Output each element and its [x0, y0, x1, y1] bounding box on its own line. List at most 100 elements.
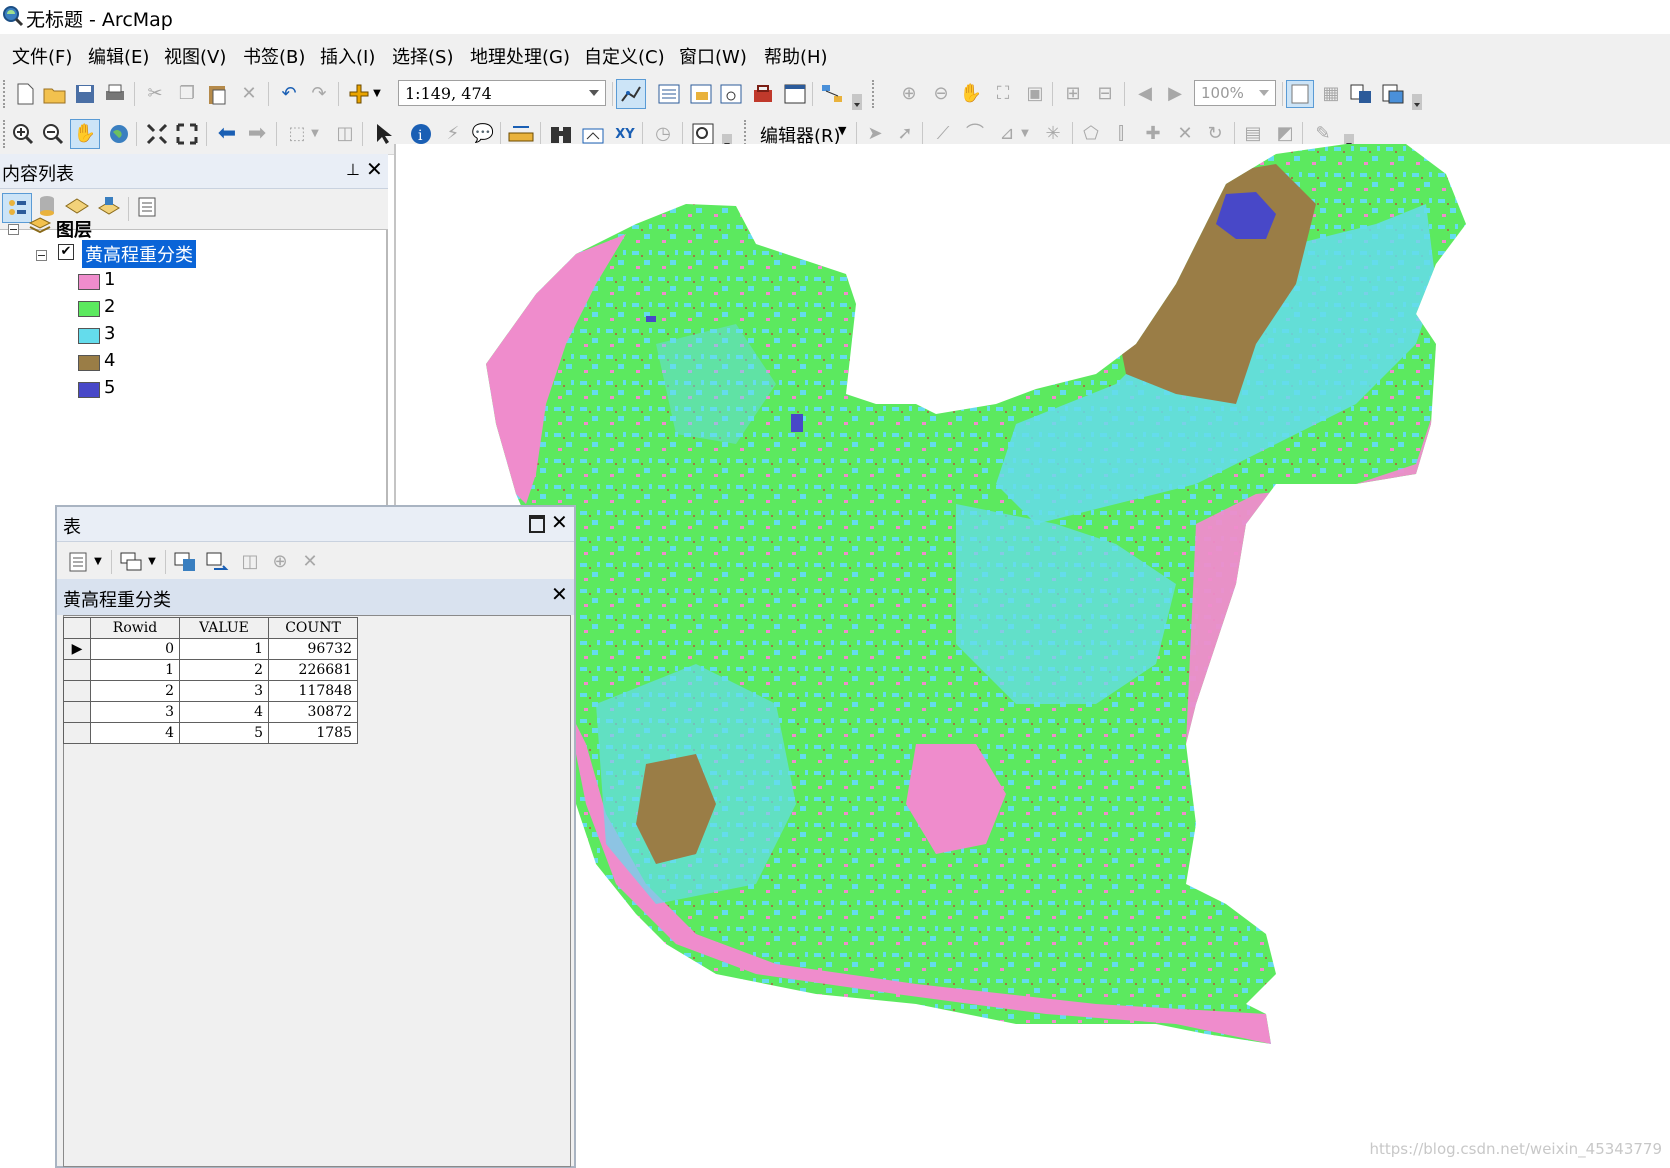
zoom-in-icon[interactable] [10, 121, 36, 147]
maximize-icon[interactable] [529, 515, 545, 533]
forward-extent-icon[interactable]: ➡ [244, 121, 270, 147]
full-extent-globe-icon[interactable] [106, 121, 132, 147]
select-features-icon[interactable]: ⬚ [284, 121, 310, 147]
back-extent-icon[interactable]: ⬅ [214, 121, 240, 147]
table-row[interactable]: 2 3 117848 [63, 680, 358, 702]
undo-icon[interactable]: ↶ [276, 81, 302, 107]
close-table-tab-icon[interactable]: ✕ [551, 582, 568, 606]
add-data-dropdown-icon[interactable]: ▼ [370, 81, 384, 107]
collapse-layer-toggle[interactable] [36, 250, 47, 261]
paste-icon[interactable] [204, 81, 230, 107]
table-row[interactable]: 1 2 226681 [63, 659, 358, 681]
layout-back-extent-icon[interactable]: ◀ [1132, 81, 1158, 107]
table-cell[interactable]: 96732 [268, 638, 358, 660]
map-scale-combo[interactable]: 1:149, 474 [398, 80, 606, 106]
layout-forward-extent-icon[interactable]: ▶ [1162, 81, 1188, 107]
close-icon[interactable]: ✕ [551, 510, 568, 534]
menu-selection[interactable]: 选择(S) [390, 43, 455, 69]
add-data-icon[interactable] [346, 81, 372, 107]
fixed-zoom-in-icon[interactable] [144, 121, 170, 147]
toolbar-overflow-icon[interactable] [1412, 94, 1422, 110]
menu-view[interactable]: 视图(V) [162, 43, 228, 69]
table-cell[interactable]: 1 [90, 659, 180, 681]
editor-toolbar-icon[interactable] [616, 79, 646, 109]
collapse-layers-toggle[interactable] [8, 224, 19, 235]
print-icon[interactable] [102, 81, 128, 107]
table-cell[interactable]: 1785 [268, 722, 358, 744]
row-header[interactable] [63, 659, 91, 681]
related-tables-dropdown-icon[interactable]: ▼ [145, 549, 159, 575]
table-cell[interactable]: 226681 [268, 659, 358, 681]
clear-selection-icon[interactable]: ◫ [332, 121, 358, 147]
table-cell[interactable]: 2 [90, 680, 180, 702]
row-header-corner[interactable] [63, 617, 91, 639]
toolbar-grip[interactable] [3, 80, 9, 108]
delete-selected-icon[interactable]: ✕ [297, 549, 323, 575]
select-by-attributes-icon[interactable] [173, 549, 199, 575]
layout-fixed-zoom-in-icon[interactable]: ⊞ [1060, 81, 1086, 107]
layout-zoom-combo[interactable]: 100% [1194, 80, 1276, 106]
search-window-icon[interactable] [718, 81, 744, 107]
redo-icon[interactable]: ↷ [306, 81, 332, 107]
model-builder-icon[interactable] [820, 81, 846, 107]
fixed-zoom-in-layout-icon[interactable]: ⊕ [896, 81, 922, 107]
layers-root-label[interactable]: 图层 [56, 216, 92, 242]
python-window-icon[interactable] [782, 81, 808, 107]
editor-menu-dropdown-icon[interactable]: ▼ [838, 124, 846, 137]
toc-options-icon[interactable] [134, 194, 160, 220]
table-cell[interactable]: 0 [90, 638, 180, 660]
table-options-dropdown-icon[interactable]: ▼ [91, 549, 105, 575]
close-icon[interactable]: ✕ [366, 157, 383, 181]
table-cell[interactable]: 1 [179, 638, 269, 660]
menu-customize[interactable]: 自定义(C) [582, 43, 667, 69]
row-header[interactable] [63, 701, 91, 723]
zoom-100-percent-icon[interactable]: ▣ [1022, 81, 1048, 107]
new-document-icon[interactable] [12, 81, 38, 107]
row-header[interactable] [63, 722, 91, 744]
table-of-contents-icon[interactable] [656, 81, 682, 107]
save-icon[interactable] [72, 81, 98, 107]
pin-icon[interactable]: ⊥ [346, 160, 360, 179]
related-tables-icon[interactable] [119, 549, 145, 575]
delete-icon[interactable]: ✕ [236, 81, 262, 107]
table-cell[interactable]: 4 [179, 701, 269, 723]
table-row[interactable]: 3 4 30872 [63, 701, 358, 723]
menu-bookmarks[interactable]: 书签(B) [241, 43, 307, 69]
table-tab-name[interactable]: 黄高程重分类 [63, 586, 171, 612]
fixed-zoom-out-layout-icon[interactable]: ⊖ [928, 81, 954, 107]
table-cell[interactable]: 3 [179, 680, 269, 702]
layout-pan-icon[interactable]: ✋ [958, 81, 984, 107]
menu-help[interactable]: 帮助(H) [762, 43, 830, 69]
menu-file[interactable]: 文件(F) [10, 43, 74, 69]
column-header[interactable]: VALUE [179, 617, 269, 639]
table-cell[interactable]: 2 [179, 659, 269, 681]
select-elements-arrow-icon[interactable] [370, 121, 396, 147]
menu-insert[interactable]: 插入(I) [318, 43, 377, 69]
change-layout-icon[interactable] [1348, 81, 1374, 107]
fixed-zoom-out-icon[interactable] [174, 121, 200, 147]
table-cell[interactable]: 117848 [268, 680, 358, 702]
list-by-selection-icon[interactable] [96, 194, 122, 220]
menu-windows[interactable]: 窗口(W) [677, 43, 749, 69]
layer-visibility-checkbox[interactable]: ✔ [58, 244, 74, 260]
menu-edit[interactable]: 编辑(E) [86, 43, 151, 69]
pan-hand-icon[interactable]: ✋ [70, 119, 100, 149]
layout-fixed-zoom-out-icon[interactable]: ⊟ [1092, 81, 1118, 107]
table-row[interactable]: ▶ 0 1 96732 [63, 638, 358, 660]
toolbar-grip[interactable] [3, 120, 9, 148]
table-cell[interactable]: 30872 [268, 701, 358, 723]
table-cell[interactable]: 5 [179, 722, 269, 744]
catalog-window-icon[interactable] [688, 81, 714, 107]
table-cell[interactable]: 3 [90, 701, 180, 723]
zoom-out-icon[interactable] [40, 121, 66, 147]
select-features-dropdown-icon[interactable]: ▼ [308, 121, 322, 147]
table-options-icon[interactable] [65, 549, 91, 575]
zoom-whole-page-icon[interactable]: ⛶ [990, 81, 1016, 107]
layer-name-label[interactable]: 黄高程重分类 [82, 240, 196, 268]
table-cell[interactable]: 4 [90, 722, 180, 744]
current-row-indicator-icon[interactable]: ▶ [63, 638, 91, 660]
data-driven-pages-icon[interactable] [1380, 81, 1406, 107]
zoom-to-selected-icon[interactable]: ⊕ [267, 549, 293, 575]
open-folder-icon[interactable] [42, 81, 68, 107]
switch-selection-icon[interactable] [205, 549, 231, 575]
